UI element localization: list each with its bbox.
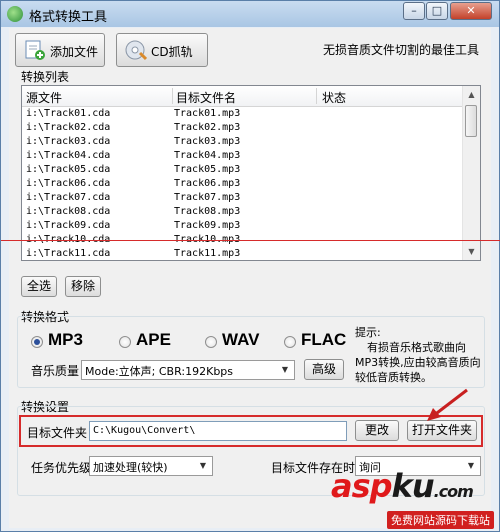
table-row[interactable]: i:\Track04.cda Track04.mp3 [22,149,464,163]
scroll-thumb[interactable] [465,105,477,137]
cell-dst: Track07.mp3 [174,192,241,203]
cell-dst: Track05.mp3 [174,164,241,175]
priority-value: 加速处理(较快) [93,461,168,474]
add-file-label: 添加文件 [50,45,99,59]
cd-rip-label: CD抓轨 [151,45,193,59]
converter-window: 格式转换工具 – □ ✕ 添加文件 CD抓轨 无损音质文件切割的最佳工具 转换列… [0,0,500,532]
cell-src: i:\Track03.cda [26,136,111,147]
remove-button[interactable]: 移除 [65,276,101,297]
column-status[interactable]: 状态 [322,89,346,106]
table-row[interactable]: i:\Track11.cda Track11.mp3 [22,247,464,260]
radio-flac-label: FLAC [301,330,347,349]
minimize-button[interactable]: – [403,2,425,20]
table-row[interactable]: i:\Track02.cda Track02.mp3 [22,121,464,135]
quality-value: Mode:立体声; CBR:192Kbps [85,365,234,378]
cell-dst: Track03.mp3 [174,136,241,147]
target-folder-value: C:\Kugou\Convert\ [93,425,196,436]
radio-flac[interactable]: FLAC [284,330,354,353]
cell-dst: Track04.mp3 [174,150,241,161]
column-source[interactable]: 源文件 [26,89,62,106]
cell-dst: Track06.mp3 [174,178,241,189]
cell-src: i:\Track05.cda [26,164,111,175]
annotation-divider-line [1,240,500,241]
target-folder-label: 目标文件夹 [27,426,88,440]
cell-src: i:\Track04.cda [26,150,111,161]
watermark-text-k: ku [391,467,435,505]
priority-label: 任务优先级 [31,461,92,475]
change-folder-button[interactable]: 更改 [355,420,399,441]
cell-src: i:\Track09.cda [26,220,111,231]
table-row[interactable]: i:\Track05.cda Track05.mp3 [22,163,464,177]
cell-dst: Track01.mp3 [174,108,241,119]
list-header: 源文件 目标文件名 状态 [22,86,464,107]
watermark-text-tail: .com [433,482,474,501]
column-target[interactable]: 目标文件名 [176,89,236,106]
cd-rip-button[interactable]: CD抓轨 [116,33,208,67]
cell-src: i:\Track07.cda [26,192,111,203]
cell-src: i:\Track08.cda [26,206,111,217]
table-row[interactable]: i:\Track08.cda Track08.mp3 [22,205,464,219]
list-scrollbar[interactable]: ▲ ▼ [462,86,480,260]
radio-wav-label: WAV [222,330,260,349]
list-section-label: 转换列表 [21,70,70,84]
watermark-logo: aspku.com [331,467,474,505]
chevron-down-icon: ▼ [281,365,289,374]
cell-src: i:\Track02.cda [26,122,111,133]
maximize-button[interactable]: □ [426,2,448,20]
radio-ape[interactable]: APE [119,330,189,353]
table-row[interactable]: i:\Track03.cda Track03.mp3 [22,135,464,149]
radio-mp3-label: MP3 [48,330,83,349]
radio-dot-ape [119,336,131,348]
annotation-arrow-icon [427,388,468,421]
table-row[interactable]: i:\Track06.cda Track06.mp3 [22,177,464,191]
add-file-icon [25,40,45,60]
scroll-down-icon[interactable]: ▼ [463,243,480,260]
cell-src: i:\Track01.cda [26,108,111,119]
quality-label: 音乐质量 [31,364,80,378]
cell-src: i:\Track11.cda [26,248,111,259]
cell-dst: Track11.mp3 [174,248,241,259]
advanced-button[interactable]: 高级 [304,359,344,380]
add-file-button[interactable]: 添加文件 [15,33,105,67]
cell-src: i:\Track06.cda [26,178,111,189]
cell-dst: Track02.mp3 [174,122,241,133]
chevron-down-icon: ▼ [199,461,207,470]
cell-dst: Track09.mp3 [174,220,241,231]
window-title: 格式转换工具 [29,10,108,25]
radio-dot-flac [284,336,296,348]
app-logo-icon [7,6,23,22]
hint-box: 提示: 有损音乐格式歌曲向MP3转换,应由较高音质向较低音质转换。 [355,325,485,385]
watermark-subtitle: 免费网站源码下载站 [387,511,494,529]
main-panel: 添加文件 CD抓轨 无损音质文件切割的最佳工具 转换列表 源文件 目标文件名 状… [9,28,491,528]
conversion-list[interactable]: 源文件 目标文件名 状态 i:\Track01.cda Track01.mp3 i:… [21,85,481,261]
table-row[interactable]: i:\Track07.cda Track07.mp3 [22,191,464,205]
radio-ape-label: APE [136,330,171,349]
radio-wav[interactable]: WAV [205,330,275,353]
table-row[interactable]: i:\Track01.cda Track01.mp3 [22,107,464,121]
tagline: 无损音质文件切割的最佳工具 [322,43,479,57]
radio-mp3[interactable]: MP3 [31,330,101,353]
title-bar[interactable]: 格式转换工具 – □ ✕ [1,1,499,27]
radio-dot-wav [205,336,217,348]
scroll-up-icon[interactable]: ▲ [463,86,480,103]
table-row[interactable]: i:\Track09.cda Track09.mp3 [22,219,464,233]
hint-title: 提示: [355,326,381,339]
watermark-text-a: asp [331,467,393,505]
cd-disc-icon [125,40,147,61]
quality-select[interactable]: Mode:立体声; CBR:192Kbps ▼ [81,360,295,380]
close-button[interactable]: ✕ [450,2,492,20]
target-folder-input[interactable]: C:\Kugou\Convert\ [89,421,347,441]
select-all-button[interactable]: 全选 [21,276,57,297]
priority-select[interactable]: 加速处理(较快) ▼ [89,456,213,476]
hint-text: 有损音乐格式歌曲向MP3转换,应由较高音质向较低音质转换。 [355,341,481,384]
radio-dot-mp3 [31,336,43,348]
cell-dst: Track08.mp3 [174,206,241,217]
